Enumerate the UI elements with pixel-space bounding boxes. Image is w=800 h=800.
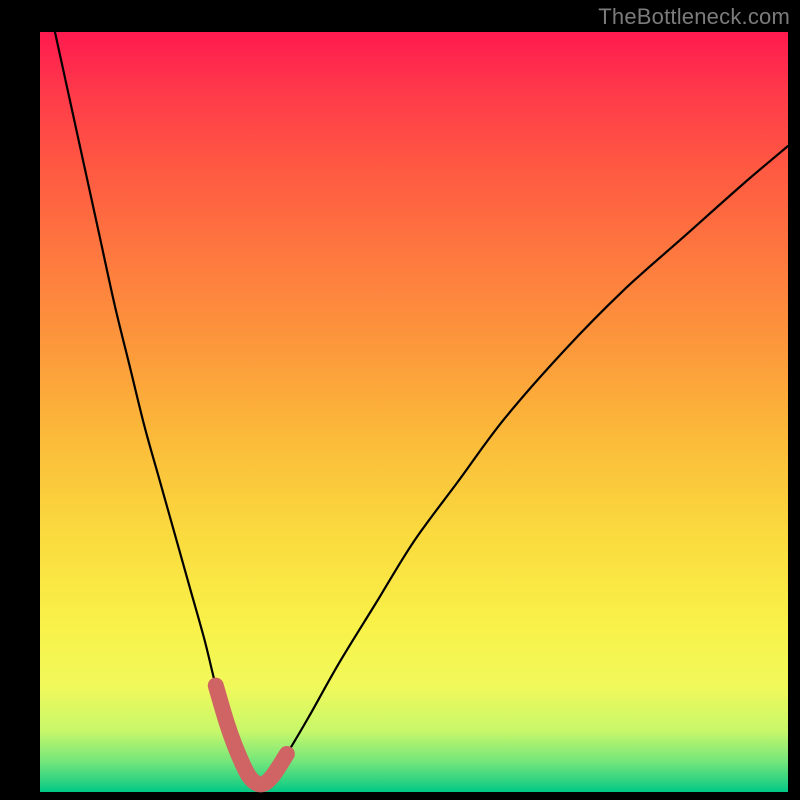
curve-layer	[0, 0, 800, 800]
watermark-text: TheBottleneck.com	[598, 4, 790, 30]
bottleneck-curve	[55, 32, 788, 784]
chart-frame: TheBottleneck.com	[0, 0, 800, 800]
optimal-zone-highlight	[216, 686, 287, 785]
